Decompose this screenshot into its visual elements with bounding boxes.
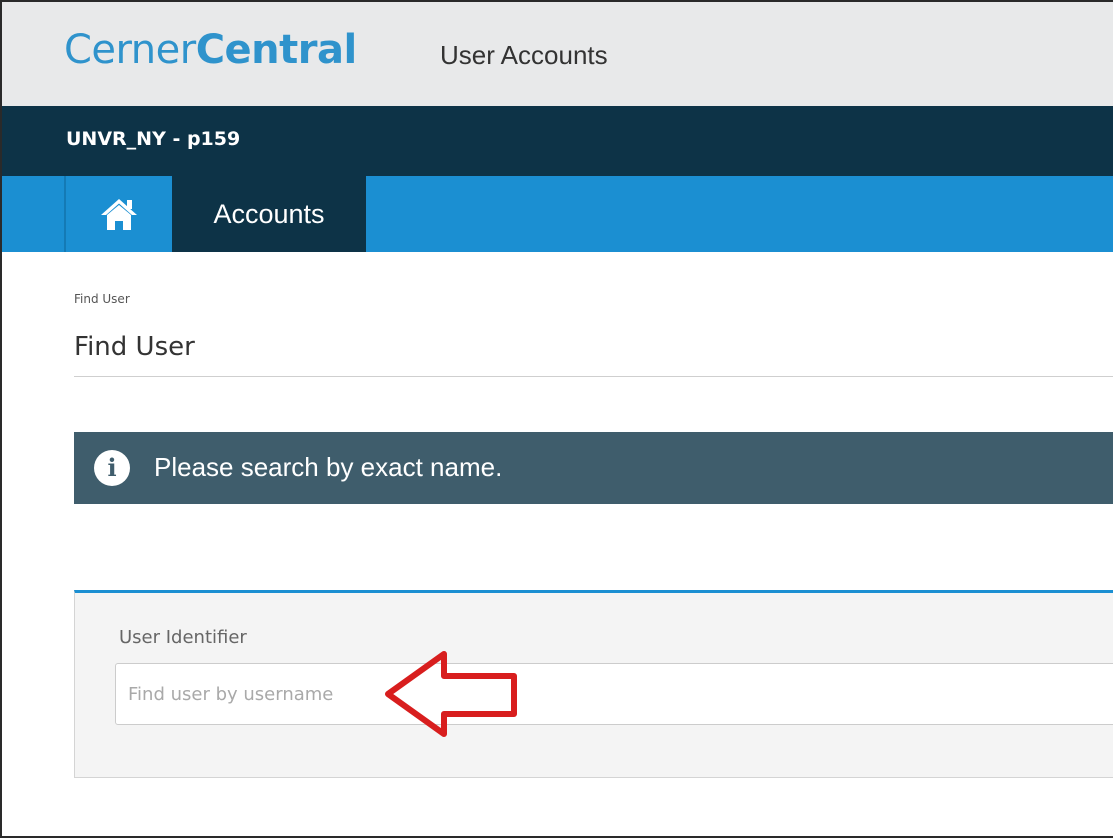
nav-home-button[interactable]: [64, 176, 172, 252]
tenant-bar: UNVR_NY - p159: [2, 106, 1113, 176]
home-icon: [101, 199, 137, 230]
user-identifier-label: User Identifier: [119, 627, 247, 648]
info-icon-glyph: i: [107, 453, 117, 482]
nav-tab-accounts-label: Accounts: [213, 198, 325, 229]
title-divider: [74, 376, 1113, 377]
brand-light-text: Cerner: [64, 27, 196, 73]
nav-tab-accounts[interactable]: Accounts: [172, 176, 366, 252]
info-banner: i Please search by exact name.: [74, 432, 1113, 504]
brand-bold-text: Central: [195, 27, 358, 73]
cerner-central-logo[interactable]: CernerCentral: [64, 24, 357, 76]
info-message: Please search by exact name.: [154, 452, 503, 482]
tenant-label[interactable]: UNVR_NY - p159: [66, 128, 240, 150]
info-icon: i: [94, 450, 130, 486]
app-subtitle: User Accounts: [440, 40, 608, 70]
breadcrumb[interactable]: Find User: [74, 292, 130, 306]
nav-bar: Accounts: [2, 176, 1113, 252]
user-identifier-input[interactable]: [115, 663, 1113, 725]
search-panel: User Identifier: [74, 590, 1113, 778]
app-header: CernerCentral User Accounts: [2, 2, 1113, 106]
app-window: CernerCentral User Accounts UNVR_NY - p1…: [0, 0, 1113, 838]
page-title: Find User: [74, 332, 195, 362]
